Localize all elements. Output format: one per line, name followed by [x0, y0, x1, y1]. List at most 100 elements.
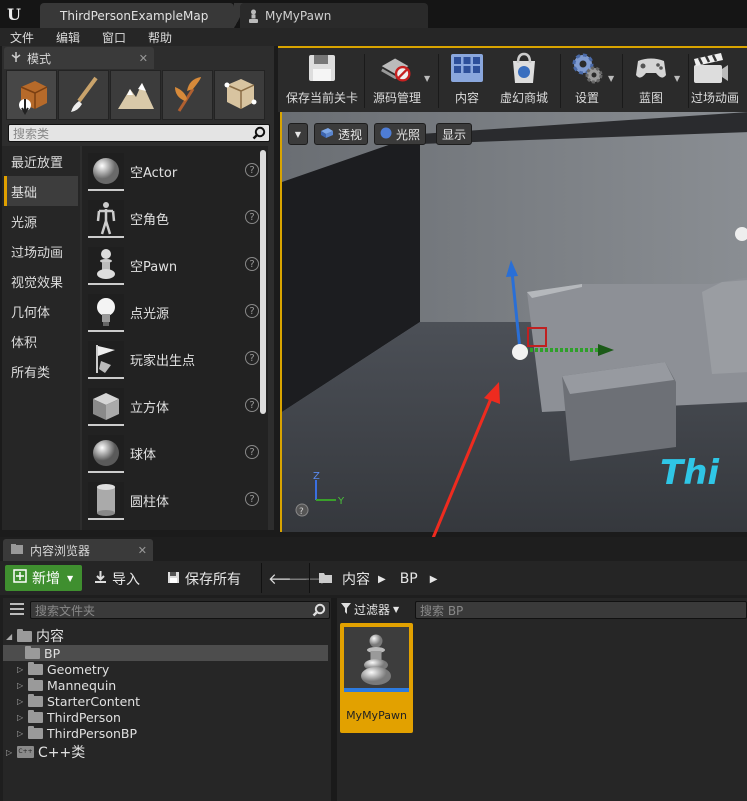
chevron-down-icon[interactable]: ▼	[608, 74, 614, 83]
help-icon[interactable]: ?	[245, 445, 259, 459]
close-icon[interactable]: ✕	[138, 544, 147, 557]
category-lights[interactable]: 光源	[4, 206, 78, 236]
help-icon[interactable]: ?	[245, 492, 259, 506]
mountain-icon	[117, 83, 154, 109]
toolbar-divider	[438, 54, 439, 108]
tree-folder-content[interactable]: ◢ 内容	[6, 628, 64, 645]
blueprint-button[interactable]: 蓝图	[626, 50, 676, 112]
collapsed-arrow-icon: ▷	[17, 664, 24, 674]
foliage-mode-button[interactable]	[162, 70, 213, 120]
category-geometry[interactable]: 几何体	[4, 296, 78, 326]
help-icon[interactable]: ?	[245, 163, 259, 177]
lit-button[interactable]: 光照	[374, 123, 427, 145]
level-viewport[interactable]: Thi Z Y ? ▼ 透视 光照 显示	[280, 112, 747, 532]
save-all-button[interactable]: 保存所有	[167, 569, 241, 589]
unreal-logo-icon[interactable]: U	[0, 0, 28, 28]
folder-search-input[interactable]: 搜索文件夹	[30, 601, 330, 619]
cube-icon	[88, 388, 124, 426]
menu-edit[interactable]: 编辑	[56, 29, 80, 46]
category-cinematic[interactable]: 过场动画	[4, 236, 78, 266]
menu-help[interactable]: 帮助	[148, 29, 172, 46]
source-control-button[interactable]: 源码管理	[366, 50, 428, 112]
modes-title: 模式	[27, 51, 52, 66]
tree-folder-third-person[interactable]: ▷ ThirdPerson	[17, 709, 121, 725]
tree-folder-cpp-classes[interactable]: ▷ C++ C++类	[6, 744, 85, 761]
place-item-cylinder[interactable]: 圆柱体 ?	[84, 478, 264, 525]
tree-folder-third-person-bp[interactable]: ▷ ThirdPersonBP	[17, 725, 137, 741]
category-visual-effects[interactable]: 视觉效果	[4, 266, 78, 296]
place-item-empty-pawn[interactable]: 空Pawn ?	[84, 243, 264, 290]
class-search-input[interactable]: 搜索类	[8, 124, 270, 142]
content-button[interactable]: 内容	[441, 50, 493, 112]
category-basic[interactable]: 基础	[4, 176, 78, 206]
blueprint-icon	[632, 50, 670, 85]
close-icon[interactable]: ✕	[139, 52, 148, 65]
breadcrumb-separator-icon[interactable]: ▶	[378, 574, 386, 585]
filter-button[interactable]: 过滤器 ▼	[341, 601, 399, 618]
perspective-button[interactable]: 透视	[314, 123, 369, 145]
content-browser-tab[interactable]: 内容浏览器 ✕	[3, 539, 153, 561]
panel-splitter[interactable]	[331, 598, 337, 801]
asset-tile-mymypawn[interactable]: MyMyPawn	[340, 623, 413, 733]
asset-search-input[interactable]: 搜索 BP	[415, 601, 747, 619]
place-item-point-light[interactable]: 点光源 ?	[84, 290, 264, 337]
tree-view-icon[interactable]	[8, 602, 26, 619]
pawn-icon	[248, 9, 259, 23]
tree-folder-starter-content[interactable]: ▷ StarterContent	[17, 693, 140, 709]
viewport-options-button[interactable]: ▼	[288, 123, 308, 145]
landscape-mode-button[interactable]	[110, 70, 161, 120]
breadcrumb-separator-icon[interactable]: ▶	[430, 574, 438, 585]
place-item-sphere[interactable]: 球体 ?	[84, 431, 264, 478]
tab-label: ThirdPersonExampleMap	[60, 8, 209, 23]
paint-mode-button[interactable]	[58, 70, 109, 120]
chevron-down-icon[interactable]: ▼	[424, 74, 430, 83]
geometry-edit-icon	[224, 79, 256, 109]
sphere-icon	[88, 435, 124, 473]
marketplace-button[interactable]: 虚幻商城	[494, 50, 554, 112]
marketplace-icon	[505, 50, 543, 85]
breadcrumb-bp[interactable]: BP	[400, 571, 418, 587]
place-item-player-start[interactable]: 玩家出生点 ?	[84, 337, 264, 384]
modes-tab[interactable]: 模式 ✕	[4, 47, 154, 69]
add-new-button[interactable]: 新增 ▼	[5, 565, 82, 591]
settings-button[interactable]: 设置	[562, 50, 612, 112]
tree-folder-label: Geometry	[47, 661, 110, 677]
sphere-icon	[88, 153, 124, 191]
show-button[interactable]: 显示	[436, 123, 473, 145]
content-browser-toolbar: 新增 ▼ 导入 保存所有 🡐 🡒 内容 ▶ BP ▶	[0, 561, 747, 595]
help-icon[interactable]: ?	[245, 398, 259, 412]
save-level-button[interactable]: 保存当前关卡	[284, 50, 360, 112]
category-recent[interactable]: 最近放置	[4, 146, 78, 176]
menu-file[interactable]: 文件	[10, 29, 34, 46]
tree-folder-geometry[interactable]: ▷ Geometry	[17, 661, 109, 677]
geometry-mode-button[interactable]	[214, 70, 265, 120]
place-mode-button[interactable]	[6, 70, 57, 120]
help-icon[interactable]: ?	[245, 257, 259, 271]
folder-icon	[28, 693, 43, 707]
import-button[interactable]: 导入	[94, 569, 140, 589]
category-volumes[interactable]: 体积	[4, 326, 78, 356]
axis-z-label: Z	[313, 471, 320, 482]
placeable-scrollbar[interactable]	[260, 150, 266, 414]
tab-level-map[interactable]: ThirdPersonExampleMap	[40, 3, 248, 28]
help-icon[interactable]: ?	[245, 351, 259, 365]
add-new-label: 新增	[32, 571, 60, 587]
help-icon[interactable]: ?	[245, 304, 259, 318]
place-item-cube[interactable]: 立方体 ?	[84, 384, 264, 431]
category-all-classes[interactable]: 所有类	[4, 356, 78, 386]
place-item-label: 立方体	[130, 401, 170, 416]
menu-window[interactable]: 窗口	[102, 29, 126, 46]
tab-pawn-blueprint[interactable]: MyMyPawn	[240, 3, 428, 28]
tree-folder-label: Mannequin	[47, 677, 117, 693]
tree-folder-bp[interactable]: BP	[3, 645, 328, 661]
chevron-down-icon[interactable]: ▼	[674, 74, 680, 83]
place-item-empty-actor[interactable]: 空Actor ?	[84, 149, 264, 196]
breadcrumb-content[interactable]: 内容	[342, 569, 370, 589]
cinematics-button[interactable]: 过场动画	[691, 50, 747, 112]
place-item-empty-character[interactable]: 空角色 ?	[84, 196, 264, 243]
help-icon[interactable]: ?	[245, 210, 259, 224]
content-label: 内容	[454, 91, 479, 105]
chevron-down-icon: ▼	[294, 129, 302, 139]
source-control-icon	[378, 50, 416, 85]
tree-folder-mannequin[interactable]: ▷ Mannequin	[17, 677, 116, 693]
